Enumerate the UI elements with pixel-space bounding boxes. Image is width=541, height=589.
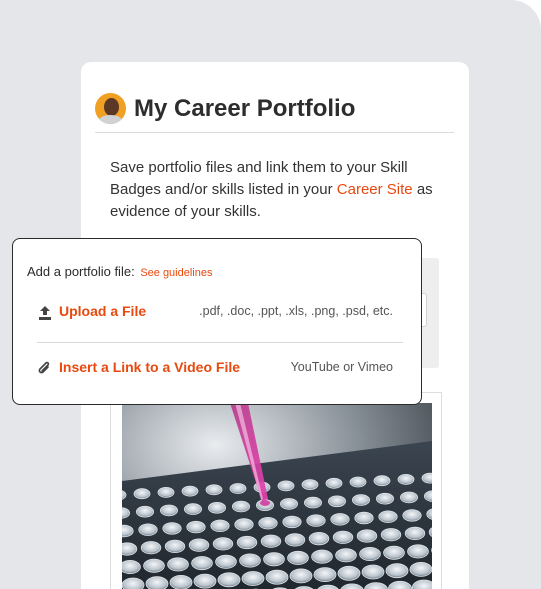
- avatar: [95, 93, 126, 124]
- add-file-heading: Add a portfolio file: See guidelines: [27, 264, 213, 279]
- see-guidelines-link[interactable]: See guidelines: [140, 267, 212, 279]
- insert-video-link-label: Insert a Link to a Video File: [59, 359, 241, 375]
- portfolio-description: Save portfolio files and link them to yo…: [110, 159, 433, 220]
- lab-pipette-image: [122, 403, 432, 589]
- portfolio-item-card[interactable]: [110, 392, 442, 589]
- add-file-popup: Add a portfolio file: See guidelines Upl…: [12, 238, 422, 405]
- title-divider: [95, 132, 454, 133]
- upload-icon: [37, 305, 53, 321]
- options-divider: [37, 342, 403, 343]
- app-frame: My Career Portfolio Save portfolio files…: [0, 0, 541, 589]
- career-site-link[interactable]: Career Site: [337, 181, 413, 198]
- paperclip-icon: [37, 361, 53, 377]
- page-title: My Career Portfolio: [134, 94, 356, 122]
- upload-file-option[interactable]: Upload a File .pdf, .doc, .ppt, .xls, .p…: [37, 302, 407, 324]
- upload-file-hint: .pdf, .doc, .ppt, .xls, .png, .psd, etc.: [199, 304, 393, 318]
- upload-file-label: Upload a File: [59, 303, 147, 319]
- insert-video-link-option[interactable]: Insert a Link to a Video File YouTube or…: [37, 358, 407, 380]
- title-row: My Career Portfolio: [95, 93, 355, 124]
- insert-video-link-hint: YouTube or Vimeo: [290, 360, 393, 374]
